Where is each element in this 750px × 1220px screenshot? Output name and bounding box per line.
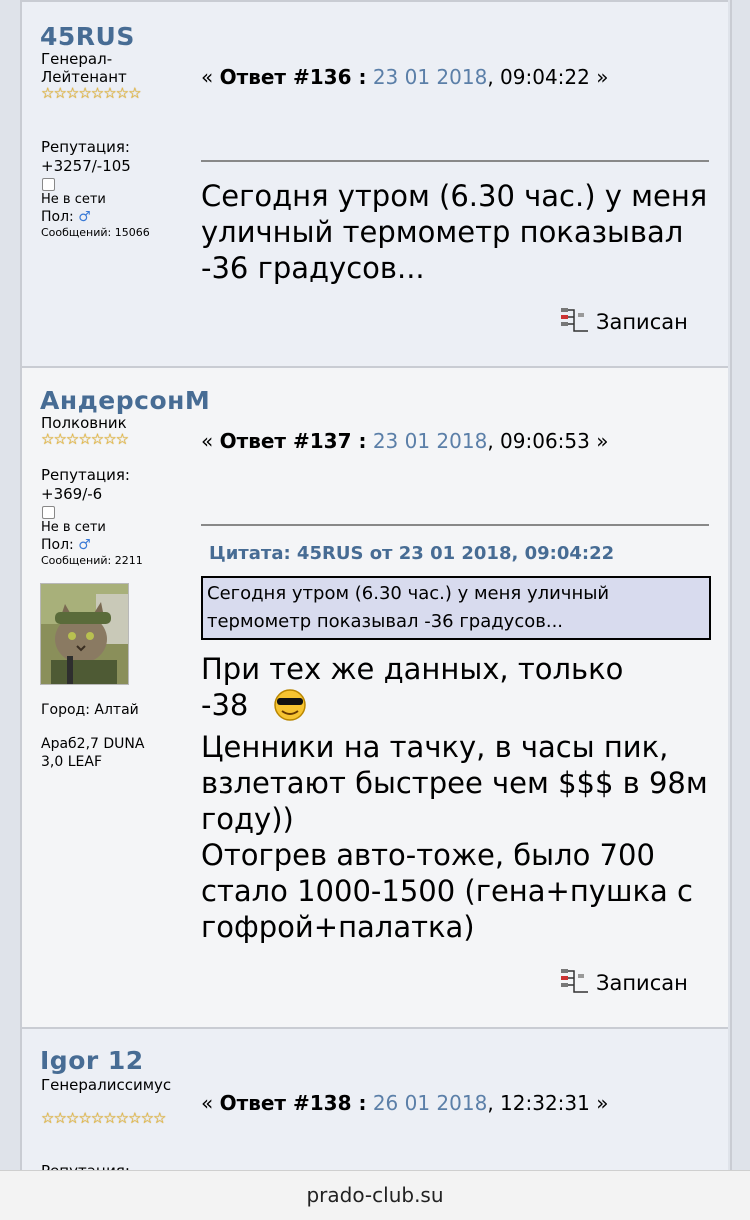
post-body-value: -38 — [201, 688, 249, 722]
post-body-line-with-smiley: -38 — [201, 687, 716, 729]
username[interactable]: 45RUS — [40, 22, 135, 51]
post-date-link[interactable]: 23 01 2018 — [373, 429, 488, 453]
user-city: Город: Алтай — [41, 702, 139, 718]
post-body-text: Ценники на тачку, в часы пик, взлетают б… — [201, 730, 708, 944]
post-divider-rule — [201, 524, 709, 526]
reputation-label: Репутация: — [41, 138, 130, 156]
gender-row: Пол: ♂ — [41, 537, 91, 553]
record-icon — [560, 968, 590, 999]
reply-prefix: « — [201, 429, 214, 453]
avatar[interactable] — [40, 583, 129, 685]
username[interactable]: АндерсонМ — [40, 386, 210, 415]
record-label: Записан — [596, 310, 688, 334]
post-time: , 12:32:31 » — [487, 1091, 609, 1115]
reply-prefix: « — [201, 65, 214, 89]
user-signature: Араб2,7 DUNA 3,0 LEAF — [41, 736, 145, 770]
offline-checkbox-icon — [42, 178, 55, 191]
posts-count: Сообщений: 15066 — [41, 226, 150, 239]
post-body-line: При тех же данных, только — [201, 652, 624, 686]
rank-stars-icon: ☆☆☆☆☆☆☆☆ — [41, 84, 142, 102]
user-rank: Генерал-Лейтенант — [41, 50, 127, 86]
username[interactable]: Igor 12 — [40, 1046, 144, 1075]
record-button[interactable]: Записан — [560, 307, 688, 338]
record-icon — [560, 307, 590, 338]
gender-row: Пол: ♂ — [41, 209, 91, 225]
online-status: Не в сети — [41, 520, 106, 535]
address-domain[interactable]: prado-club.su — [306, 1183, 443, 1207]
post-body: При тех же данных, только -38 Ценники на… — [201, 651, 716, 945]
gender-label: Пол: — [41, 537, 74, 553]
user-rank: Генералиссимус — [41, 1076, 172, 1094]
quote-block: Сегодня утром (6.30 час.) у меня уличный… — [201, 576, 711, 640]
reputation-value: +3257/-105 — [41, 157, 131, 175]
rank-stars-icon: ☆☆☆☆☆☆☆☆☆☆ — [41, 1109, 166, 1127]
reply-number: Ответ #138 : — [219, 1091, 367, 1115]
post-divider-rule — [201, 160, 709, 162]
male-icon: ♂ — [78, 209, 91, 225]
reputation-label: Репутация: — [41, 466, 130, 484]
post-header: « Ответ #137 : 23 01 2018, 09:06:53 » — [201, 429, 608, 453]
post-header: « Ответ #136 : 23 01 2018, 09:04:22 » — [201, 65, 608, 89]
reply-number: Ответ #136 : — [219, 65, 367, 89]
cool-smiley-icon — [272, 689, 308, 729]
post-divider — [22, 0, 728, 2]
quote-header-link[interactable]: Цитата: 45RUS от 23 01 2018, 09:04:22 — [209, 543, 614, 564]
post-date-link[interactable]: 23 01 2018 — [373, 65, 488, 89]
posts-count: Сообщений: 2211 — [41, 554, 143, 567]
record-button[interactable]: Записан — [560, 968, 688, 999]
post-header: « Ответ #138 : 26 01 2018, 12:32:31 » — [201, 1091, 608, 1115]
rank-stars-icon: ☆☆☆☆☆☆☆ — [41, 430, 129, 448]
record-label: Записан — [596, 971, 688, 995]
reply-number: Ответ #137 : — [219, 429, 367, 453]
post-date-link[interactable]: 26 01 2018 — [373, 1091, 488, 1115]
browser-address-bar[interactable]: prado-club.su — [0, 1170, 750, 1220]
offline-checkbox-icon — [42, 506, 55, 519]
male-icon: ♂ — [78, 537, 91, 553]
gender-label: Пол: — [41, 209, 74, 225]
online-status: Не в сети — [41, 192, 106, 207]
reply-prefix: « — [201, 1091, 214, 1115]
reputation-value: +369/-6 — [41, 485, 103, 503]
post-time: , 09:04:22 » — [487, 65, 609, 89]
post-time: , 09:06:53 » — [487, 429, 609, 453]
post-body: Сегодня утром (6.30 час.) у меня уличный… — [201, 179, 708, 285]
